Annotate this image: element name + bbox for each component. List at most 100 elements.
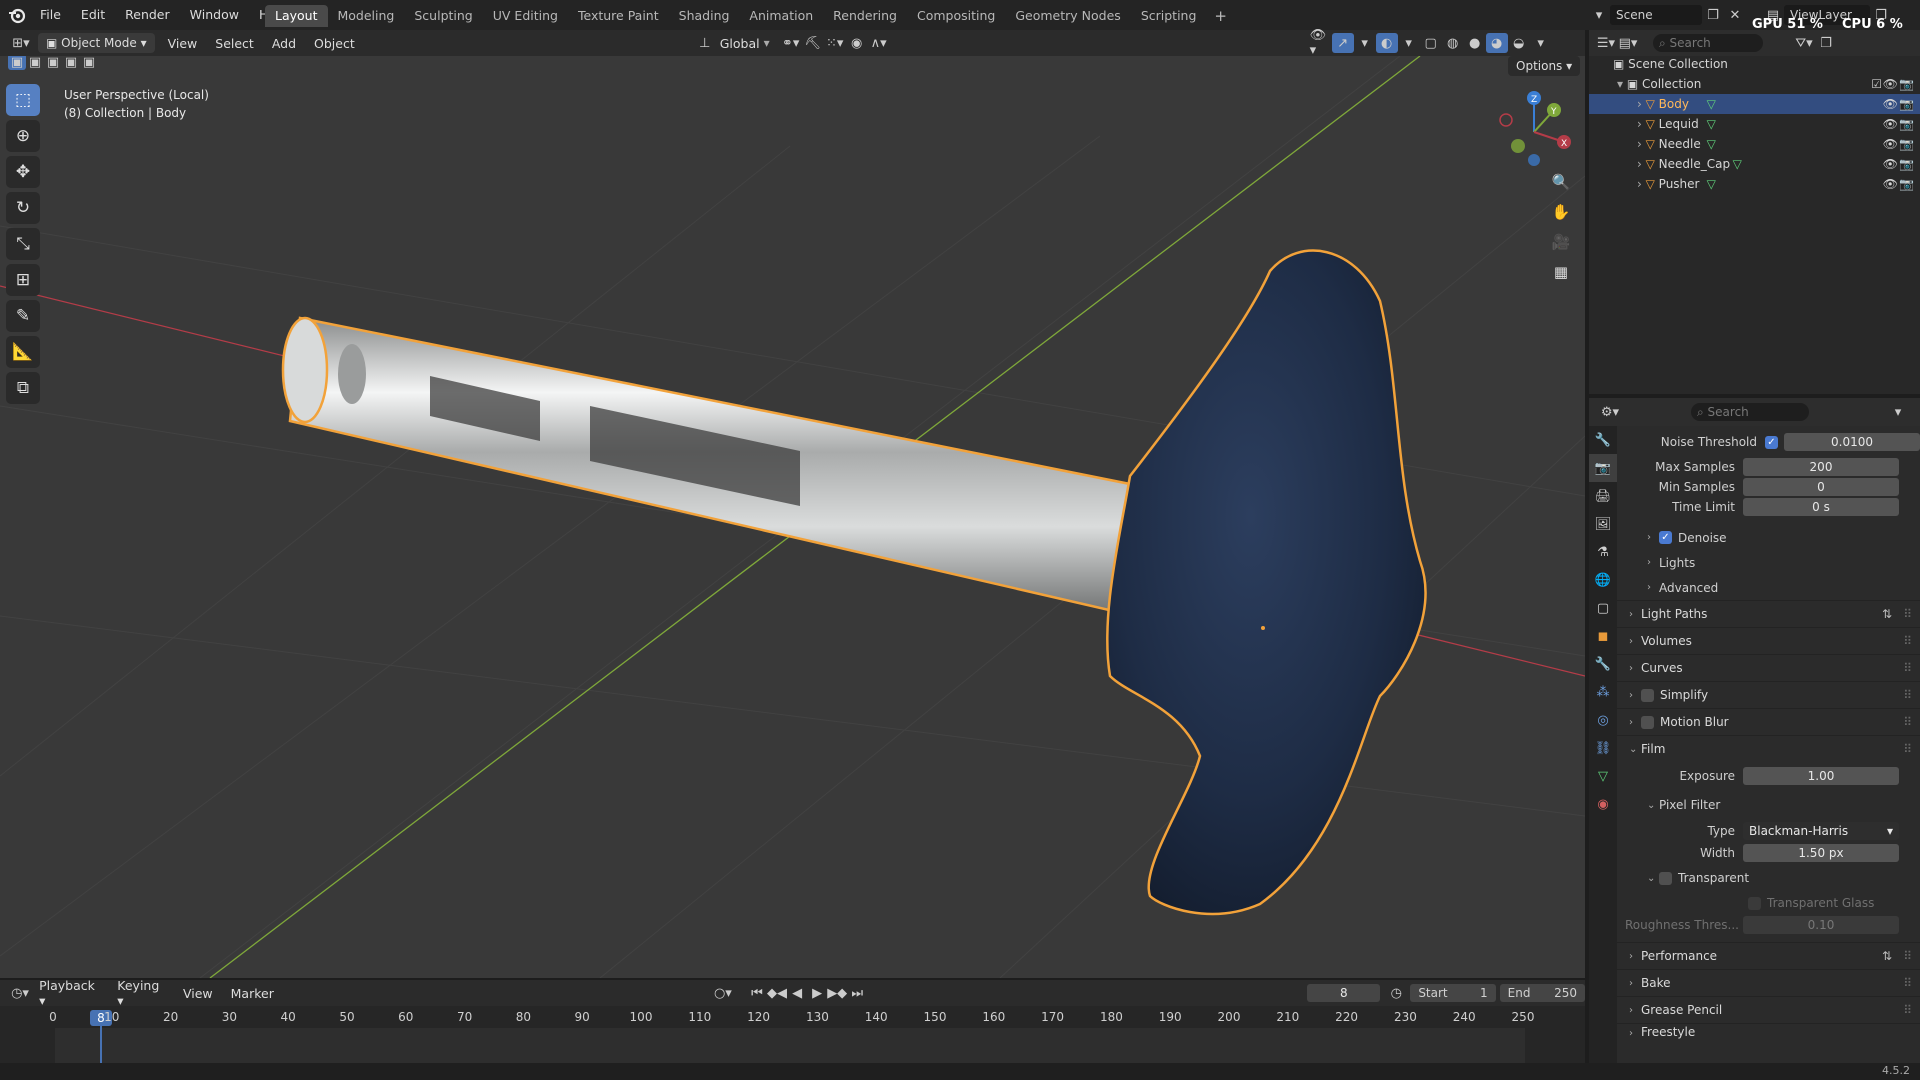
tab-animation[interactable]: Animation (739, 5, 823, 27)
solid-shading-icon[interactable]: ● (1464, 33, 1486, 53)
measure-tool-icon[interactable]: 📐 (6, 336, 40, 368)
camera-icon[interactable]: 📷 (1899, 177, 1914, 191)
pixel-filter-subpanel[interactable]: ⌄ Pixel Filter (1617, 794, 1920, 816)
mesh-data-icon[interactable]: ▽ (1707, 177, 1716, 191)
physics-tab-icon[interactable]: ◎ (1589, 706, 1617, 734)
orientation-selector[interactable]: Global (716, 36, 764, 51)
mesh-data-icon[interactable]: ▽ (1707, 117, 1716, 131)
camera-icon[interactable]: 📷 (1899, 97, 1914, 111)
outliner-editor-icon[interactable]: ☰▾ (1595, 33, 1617, 53)
select-subtract-icon[interactable]: ▣ (44, 56, 62, 70)
particles-tab-icon[interactable]: ⁂ (1589, 678, 1617, 706)
menu-playback[interactable]: Playback ▾ (30, 978, 108, 1008)
properties-editor-icon[interactable]: ⚙▾ (1599, 402, 1621, 422)
transparent-checkbox[interactable] (1659, 871, 1672, 885)
eye-icon[interactable]: 👁 (1883, 137, 1898, 151)
syringe-body[interactable] (281, 249, 1427, 916)
editor-type-icon[interactable]: ⊞▾ (10, 33, 32, 53)
drag-handle-icon[interactable]: ⠿ (1903, 688, 1912, 702)
output-tab-icon[interactable]: 🖨 (1589, 482, 1617, 510)
proportional-edit-icon[interactable]: ◉ (846, 33, 868, 53)
next-keyframe-icon[interactable]: ▶◆ (827, 983, 847, 1003)
transparent-subpanel[interactable]: ⌄ Transparent (1617, 864, 1920, 892)
camera-view-icon[interactable]: 🎥 (1547, 228, 1575, 256)
outliner-item-body[interactable]: › ▽ Body ▽ 👁 📷 (1589, 94, 1920, 114)
menu-select[interactable]: Select (206, 36, 263, 51)
outliner-item-lequid[interactable]: › ▽ Lequid ▽ 👁 📷 (1589, 114, 1920, 134)
add-workspace-button[interactable]: + (1206, 7, 1235, 25)
tab-texture-paint[interactable]: Texture Paint (568, 5, 669, 27)
curves-panel[interactable]: › Curves ⠿ (1617, 654, 1920, 681)
navigation-gizmo[interactable]: Z Y X (1492, 90, 1576, 174)
display-mode-icon[interactable]: ▤▾ (1617, 33, 1639, 53)
motion-blur-checkbox[interactable] (1641, 715, 1654, 729)
annotate-tool-icon[interactable]: ✎ (6, 300, 40, 332)
mesh-data-icon[interactable]: ▽ (1733, 157, 1742, 171)
menu-keying[interactable]: Keying ▾ (108, 978, 174, 1008)
xray-icon[interactable]: ▢ (1420, 33, 1442, 53)
3d-viewport[interactable]: ▣ ▣ ▣ ▣ ▣ User Perspective (Local) (8) C… (0, 56, 1585, 978)
delete-scene-icon[interactable]: ✕ (1724, 5, 1746, 25)
snap-target-icon[interactable]: ⁙▾ (824, 33, 846, 53)
select-extend-icon[interactable]: ▣ (26, 56, 44, 70)
collection-expand-icon[interactable]: ▾ (1617, 77, 1627, 91)
tab-scripting[interactable]: Scripting (1131, 5, 1207, 27)
drag-handle-icon[interactable]: ⠿ (1903, 1003, 1912, 1017)
advanced-subpanel[interactable]: › Advanced (1617, 575, 1920, 600)
camera-icon[interactable]: 📷 (1899, 157, 1914, 171)
bake-panel[interactable]: › Bake ⠿ (1617, 969, 1920, 996)
rendered-shading-icon[interactable]: ◒ (1508, 33, 1530, 53)
menu-add[interactable]: Add (263, 36, 305, 51)
scale-tool-icon[interactable]: ⤡ (6, 228, 40, 260)
material-tab-icon[interactable]: ◉ (1589, 790, 1617, 818)
collection-eye-icon[interactable]: 👁 (1883, 77, 1898, 91)
tool-tab-icon[interactable]: 🔧 (1589, 426, 1617, 454)
cursor-tool-icon[interactable]: ⊕ (6, 120, 40, 152)
mesh-data-icon[interactable]: ▽ (1707, 97, 1716, 111)
end-frame-field[interactable]: End 250 (1499, 984, 1585, 1002)
zoom-icon[interactable]: 🔍 (1547, 168, 1575, 196)
drag-handle-icon[interactable]: ⠿ (1903, 661, 1912, 675)
scene-collection-row[interactable]: ▣ Scene Collection (1589, 54, 1920, 74)
tab-rendering[interactable]: Rendering (823, 5, 907, 27)
drag-handle-icon[interactable]: ⠿ (1903, 607, 1912, 621)
ortho-grid-icon[interactable]: ▦ (1547, 258, 1575, 286)
simplify-panel[interactable]: › Simplify ⠿ (1617, 681, 1920, 708)
exposure-field[interactable]: 1.00 (1743, 767, 1899, 785)
shading-dropdown-icon[interactable]: ▾ (1530, 33, 1552, 53)
eye-icon[interactable]: 👁 (1883, 117, 1898, 131)
collection-checkbox-icon[interactable]: ☑ (1871, 77, 1882, 91)
new-scene-icon[interactable]: ❐ (1702, 5, 1724, 25)
simplify-checkbox[interactable] (1641, 688, 1654, 702)
constraints-tab-icon[interactable]: ⛓ (1589, 734, 1617, 762)
collection-camera-icon[interactable]: 📷 (1899, 77, 1914, 91)
transparent-glass-checkbox[interactable] (1748, 896, 1761, 910)
tab-modeling[interactable]: Modeling (328, 5, 405, 27)
drag-handle-icon[interactable]: ⠿ (1903, 976, 1912, 990)
tab-layout[interactable]: Layout (265, 5, 328, 27)
eye-icon[interactable]: 👁 (1883, 97, 1898, 111)
blender-logo-icon[interactable] (8, 6, 26, 24)
start-frame-field[interactable]: Start 1 (1410, 984, 1496, 1002)
play-reverse-icon[interactable]: ◀ (787, 983, 807, 1003)
jump-end-icon[interactable]: ⏭ (847, 983, 867, 1003)
overlay-toggle-icon[interactable]: ◐ (1375, 33, 1398, 53)
film-panel[interactable]: ⌄ Film ⠿ (1617, 735, 1920, 762)
filter-icon[interactable]: ⛛▾ (1793, 33, 1815, 53)
expand-chevron-icon[interactable]: › (1637, 137, 1646, 151)
performance-panel[interactable]: › Performance ⇅ ⠿ (1617, 942, 1920, 969)
auto-keying-icon[interactable]: ○▾ (713, 983, 733, 1003)
tab-uv-editing[interactable]: UV Editing (483, 5, 568, 27)
presets-icon[interactable]: ⇅ (1882, 607, 1892, 621)
visibility-icon[interactable]: 👁▾ (1310, 28, 1332, 58)
tab-shading[interactable]: Shading (669, 5, 740, 27)
mode-selector[interactable]: ▣ Object Mode ▾ (38, 33, 155, 53)
pan-hand-icon[interactable]: ✋ (1547, 198, 1575, 226)
outliner-item-needle-cap[interactable]: › ▽ Needle_Cap ▽ 👁 📷 (1589, 154, 1920, 174)
eye-icon[interactable]: 👁 (1883, 157, 1898, 171)
filter-width-field[interactable]: 1.50 px (1743, 844, 1899, 862)
prev-keyframe-icon[interactable]: ◆◀ (767, 983, 787, 1003)
scene-name[interactable]: Scene (1610, 5, 1702, 25)
data-tab-icon[interactable]: ▽ (1589, 762, 1617, 790)
collection-tab-icon[interactable]: ▢ (1589, 594, 1617, 622)
